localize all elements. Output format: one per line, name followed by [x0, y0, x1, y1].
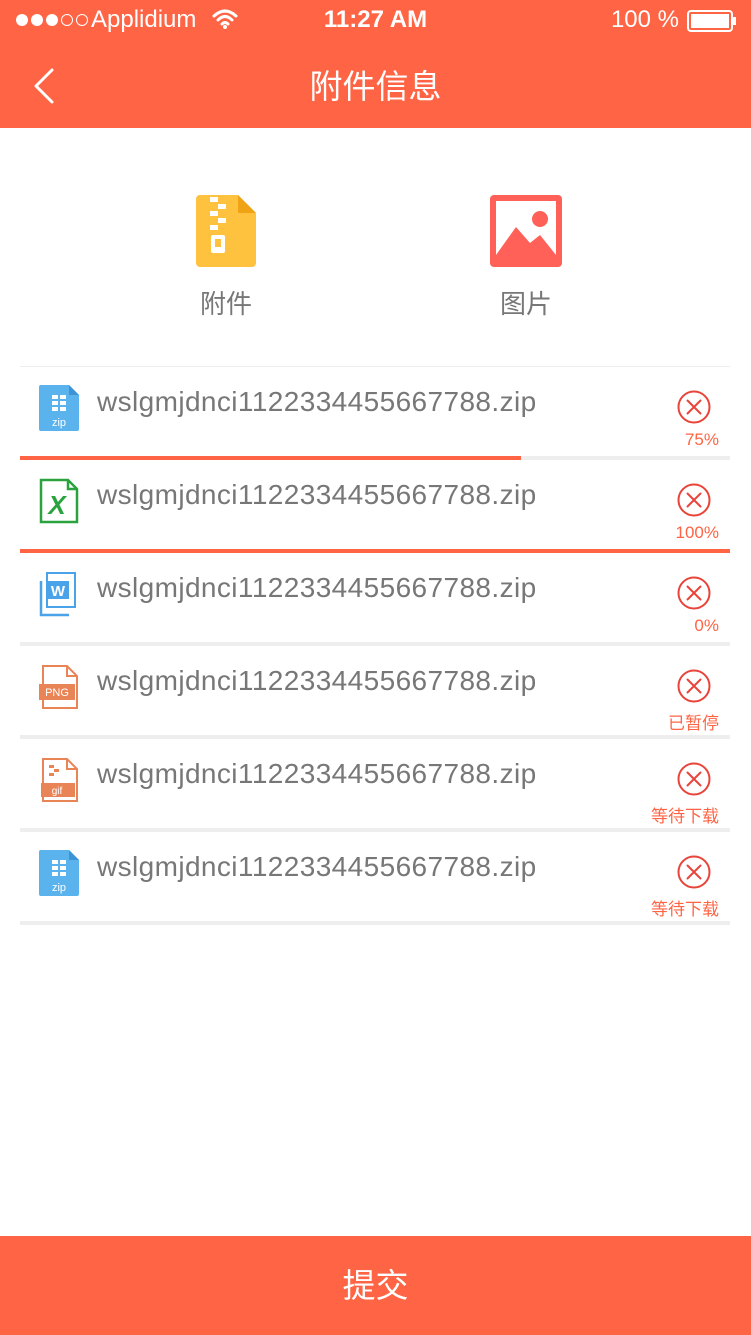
remove-icon[interactable]	[677, 762, 711, 796]
battery-icon	[687, 10, 736, 32]
file-name: wslgmjdnci1122334455667788.zip	[97, 479, 537, 510]
submit-button[interactable]: 提交	[0, 1236, 751, 1335]
battery-percent: 100 %	[610, 6, 679, 33]
file-name: wslgmjdnci1122334455667788.zip	[97, 758, 537, 789]
download-status: 100%	[675, 523, 719, 542]
png-file-icon: PNG	[39, 665, 78, 709]
attachment-row[interactable]: zip wslgmjdnci1122334455667788.zip 75%	[20, 367, 730, 460]
tab-images-label: 图片	[499, 289, 552, 319]
svg-text:X: X	[46, 490, 67, 520]
download-status: 等待下载	[651, 807, 719, 826]
excel-file-icon: X	[39, 478, 79, 524]
status-bar: Applidium 11:27 AM 100 %	[0, 0, 751, 42]
remove-icon[interactable]	[677, 576, 711, 610]
tab-images[interactable]: 图片	[446, 195, 606, 321]
attachment-row[interactable]: gif wslgmjdnci1122334455667788.zip 等待下载	[20, 739, 730, 832]
zip-file-icon: zip	[39, 385, 79, 431]
svg-text:gif: gif	[52, 786, 63, 797]
download-status: 已暂停	[668, 714, 719, 733]
image-icon	[490, 195, 562, 267]
svg-text:W: W	[51, 583, 66, 600]
remove-icon[interactable]	[677, 669, 711, 703]
attachment-list: zip wslgmjdnci1122334455667788.zip 75% Xwsl…	[20, 367, 730, 925]
svg-text:zip: zip	[52, 417, 66, 429]
zip-folder-icon	[196, 195, 256, 267]
download-status: 75%	[684, 430, 719, 449]
attachment-row[interactable]: Xwslgmjdnci1122334455667788.zip 100%	[20, 460, 730, 553]
svg-text:zip: zip	[52, 882, 66, 894]
word-file-icon: W	[39, 572, 76, 617]
remove-icon[interactable]	[677, 390, 711, 424]
tab-attachments[interactable]: 附件	[146, 195, 306, 321]
attachment-row[interactable]: PNG wslgmjdnci1122334455667788.zip 已暂停	[20, 646, 730, 739]
zip-file-icon: zip	[39, 850, 79, 896]
download-status: 0%	[694, 616, 719, 635]
file-name: wslgmjdnci1122334455667788.zip	[97, 851, 537, 882]
file-name: wslgmjdnci1122334455667788.zip	[97, 386, 537, 417]
attachment-row[interactable]: Wwslgmjdnci1122334455667788.zip 0%	[20, 553, 730, 646]
attachment-row[interactable]: zip wslgmjdnci1122334455667788.zip 等待下载	[20, 832, 730, 925]
page-title: 附件信息	[309, 68, 442, 105]
file-name: wslgmjdnci1122334455667788.zip	[97, 572, 537, 603]
progress-track	[20, 921, 730, 925]
remove-icon[interactable]	[677, 483, 711, 517]
remove-icon[interactable]	[677, 855, 711, 889]
gif-file-icon: gif	[41, 758, 78, 802]
download-status: 等待下载	[651, 900, 719, 919]
tab-attachments-label: 附件	[199, 289, 252, 319]
file-name: wslgmjdnci1122334455667788.zip	[97, 665, 537, 696]
app-header: Applidium 11:27 AM 100 % 附件信息	[0, 0, 751, 128]
svg-text:PNG: PNG	[45, 687, 69, 699]
